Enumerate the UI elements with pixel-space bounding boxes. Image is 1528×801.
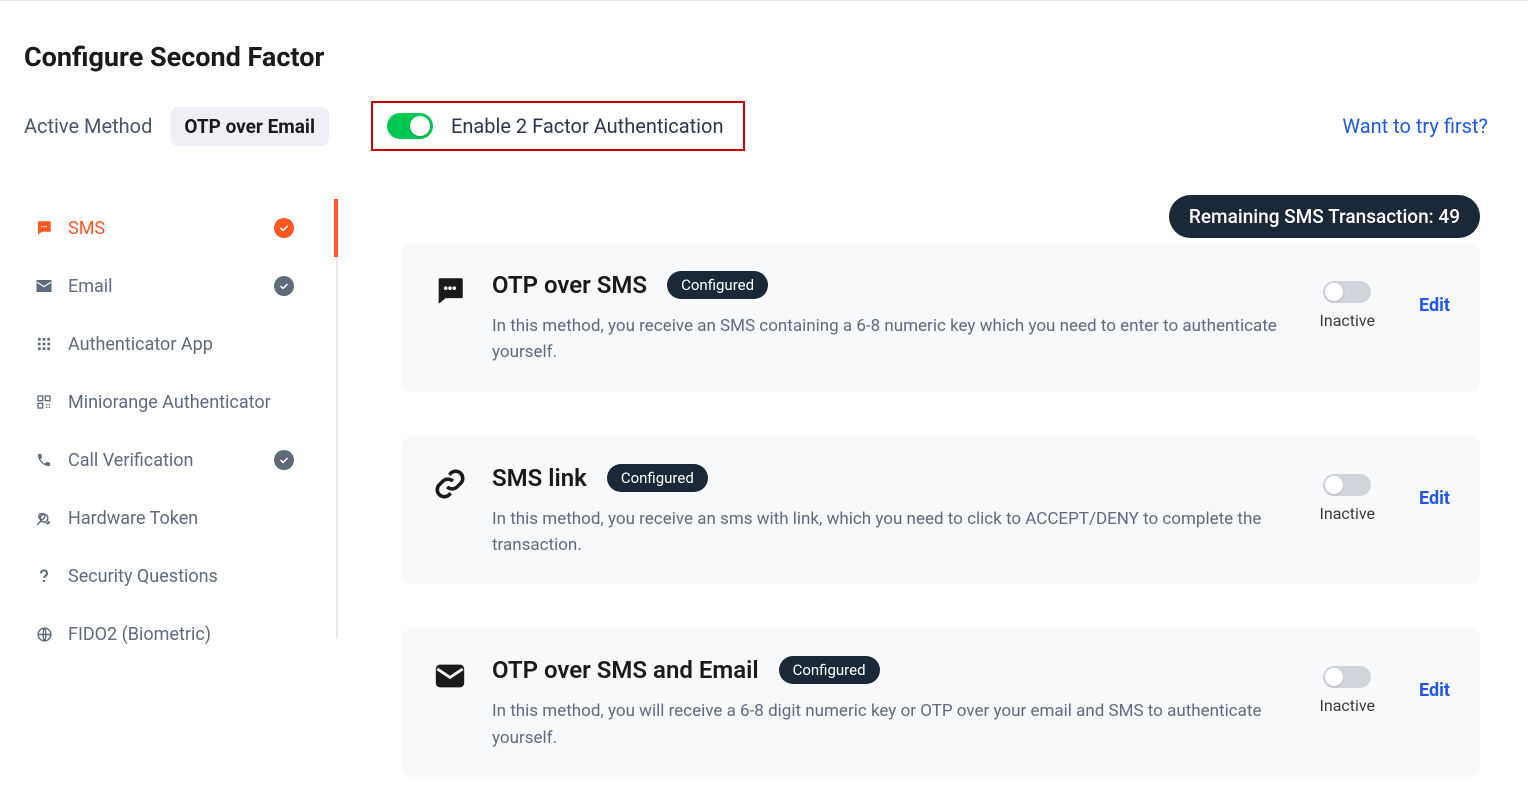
sidebar-item-label: SMS — [68, 218, 105, 239]
check-icon — [274, 218, 294, 238]
try-first-link[interactable]: Want to try first? — [1342, 114, 1488, 138]
method-card-otp-sms: OTP over SMS Configured In this method, … — [402, 243, 1480, 392]
edit-link[interactable]: Edit — [1419, 680, 1450, 701]
sidebar-item-fido2[interactable]: FIDO2 (Biometric) — [34, 605, 330, 663]
sidebar-item-sms[interactable]: SMS — [34, 199, 330, 257]
sidebar-item-label: Call Verification — [68, 450, 193, 471]
edit-link[interactable]: Edit — [1419, 295, 1450, 316]
enable-2fa-label: Enable 2 Factor Authentication — [451, 114, 724, 138]
link-icon — [432, 466, 468, 502]
sidebar-item-call-verification[interactable]: Call Verification — [34, 431, 330, 489]
configured-badge: Configured — [607, 464, 708, 492]
remaining-sms-badge: Remaining SMS Transaction: 49 — [1169, 195, 1480, 238]
enable-2fa-highlight: Enable 2 Factor Authentication — [371, 101, 746, 151]
sidebar-item-authenticator-app[interactable]: Authenticator App — [34, 315, 330, 373]
sidebar: SMS Email Authenticator App — [0, 199, 330, 777]
configured-badge: Configured — [779, 656, 880, 684]
sidebar-item-label: Authenticator App — [68, 334, 213, 355]
method-title: SMS link — [492, 464, 587, 492]
sidebar-item-hardware-token[interactable]: Hardware Token — [34, 489, 330, 547]
method-status: Inactive — [1320, 311, 1376, 330]
globe-icon — [34, 624, 54, 644]
method-description: In this method, you receive an SMS conta… — [492, 313, 1296, 366]
mail-filled-icon — [432, 658, 468, 694]
enable-2fa-toggle[interactable] — [387, 113, 433, 139]
chat-filled-icon — [432, 273, 468, 309]
method-toggle[interactable] — [1323, 666, 1371, 688]
sidebar-item-label: Security Questions — [68, 566, 218, 587]
question-icon — [34, 566, 54, 586]
page-title: Configure Second Factor — [24, 41, 1528, 73]
method-status: Inactive — [1320, 504, 1376, 523]
method-title: OTP over SMS — [492, 271, 647, 299]
sidebar-item-label: FIDO2 (Biometric) — [68, 624, 211, 645]
active-method-badge: OTP over Email — [170, 107, 329, 146]
chat-icon — [34, 218, 54, 238]
sidebar-item-miniorange[interactable]: Miniorange Authenticator — [34, 373, 330, 431]
edit-link[interactable]: Edit — [1419, 488, 1450, 509]
check-icon — [274, 450, 294, 470]
configured-badge: Configured — [667, 271, 768, 299]
method-card-sms-link: SMS link Configured In this method, you … — [402, 436, 1480, 585]
method-toggle[interactable] — [1323, 281, 1371, 303]
method-title: OTP over SMS and Email — [492, 656, 759, 684]
mail-icon — [34, 276, 54, 296]
main-content: Remaining SMS Transaction: 49 OTP over S… — [330, 199, 1528, 777]
grid-icon — [34, 334, 54, 354]
method-description: In this method, you will receive a 6-8 d… — [492, 698, 1296, 751]
key-icon — [34, 508, 54, 528]
sidebar-item-label: Email — [68, 276, 113, 297]
sidebar-item-label: Hardware Token — [68, 508, 198, 529]
check-icon — [274, 276, 294, 296]
method-toggle[interactable] — [1323, 474, 1371, 496]
active-method-label: Active Method — [24, 114, 152, 138]
sidebar-item-email[interactable]: Email — [34, 257, 330, 315]
method-card-otp-sms-email: OTP over SMS and Email Configured In thi… — [402, 628, 1480, 777]
sidebar-item-security-questions[interactable]: Security Questions — [34, 547, 330, 605]
method-description: In this method, you receive an sms with … — [492, 506, 1296, 559]
qr-icon — [34, 392, 54, 412]
phone-icon — [34, 450, 54, 470]
method-status: Inactive — [1320, 696, 1376, 715]
header-row: Active Method OTP over Email Enable 2 Fa… — [24, 101, 1528, 151]
sidebar-item-label: Miniorange Authenticator — [68, 392, 271, 413]
